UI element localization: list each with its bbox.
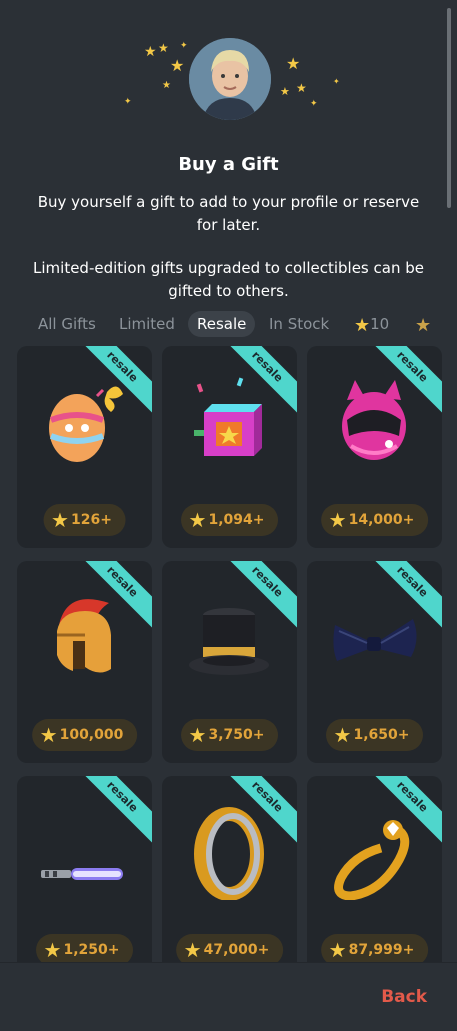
dialog-footer: Back: [0, 962, 457, 1031]
tab-all-gifts[interactable]: All Gifts: [38, 311, 96, 337]
cat-helmet-icon: [329, 370, 419, 470]
gift-card-spartan-helmet[interactable]: resale ★ 100,000: [17, 561, 152, 763]
sparkle-icon: ★: [144, 44, 157, 60]
star-icon: ★: [188, 508, 207, 532]
tab-star-10-label: 10: [370, 315, 390, 333]
jack-in-the-box-icon: [184, 370, 274, 470]
price-value: 1,650+: [353, 727, 410, 743]
price-value: 14,000+: [348, 512, 415, 528]
price-pill: ★ 14,000+: [320, 504, 429, 536]
star-icon: ★: [328, 508, 347, 532]
price-pill: ★ 126+: [43, 504, 126, 536]
diamond-ring-icon: [329, 800, 419, 901]
gift-card-light-saber[interactable]: resale ★ 1,250+: [17, 776, 152, 978]
buy-gift-dialog: ★ ★ ★ ★ ✦ ✦ ★ ★ ★ ✦ ✦ Buy a Gift Buy you…: [0, 0, 457, 1031]
price-pill: ★ 1,650+: [325, 719, 424, 751]
avatar: [189, 38, 271, 120]
star-icon: ★: [354, 315, 371, 336]
tab-resale[interactable]: Resale: [188, 311, 256, 337]
tab-star-more[interactable]: ★: [415, 311, 431, 337]
tab-in-stock[interactable]: In Stock: [269, 311, 329, 337]
sparkle-icon: ✦: [310, 99, 318, 109]
gift-filter-tabs: All Gifts Limited Resale In Stock ★10 ★: [0, 311, 457, 339]
dialog-description: Buy yourself a gift to add to your profi…: [37, 193, 420, 234]
price-value: 100,000: [59, 727, 124, 743]
avatar-header: ★ ★ ★ ★ ✦ ✦ ★ ★ ★ ✦ ✦: [0, 0, 457, 140]
sparkle-icon: ✦: [180, 41, 188, 51]
star-icon: ★: [51, 508, 69, 532]
sparkle-icon: ★: [158, 41, 169, 55]
gift-card-easter-egg[interactable]: resale ★ 126+: [17, 346, 152, 548]
gift-card-cat-helmet[interactable]: resale ★ 14,000+: [307, 346, 442, 548]
price-pill: ★ 100,000: [31, 719, 138, 751]
sparkle-icon: ★: [170, 56, 185, 75]
gift-card-jack-in-the-box[interactable]: resale ★ 1,094+: [162, 346, 297, 548]
easter-egg-icon: [39, 370, 129, 470]
light-saber-icon: [39, 800, 129, 900]
price-value: 1,250+: [63, 942, 120, 958]
sparkle-icon: ★: [296, 81, 307, 95]
star-icon: ★: [188, 723, 207, 747]
back-button[interactable]: Back: [381, 987, 427, 1007]
gold-ring-icon: [184, 800, 274, 901]
price-pill: ★ 1,094+: [180, 504, 279, 536]
price-pill: ★ 3,750+: [180, 719, 279, 751]
price-value: 3,750+: [208, 727, 265, 743]
top-hat-icon: [184, 585, 274, 685]
sparkle-icon: ✦: [333, 77, 340, 86]
star-icon: ★: [328, 938, 347, 962]
gift-card-gold-ring[interactable]: resale ★ 47,000+: [162, 776, 297, 978]
star-icon: ★: [43, 938, 62, 962]
sparkle-icon: ✦: [124, 97, 132, 107]
spartan-helmet-icon: [39, 585, 129, 685]
star-icon: ★: [183, 938, 202, 962]
gift-card-top-hat[interactable]: resale ★ 3,750+: [162, 561, 297, 763]
sparkle-icon: ★: [162, 80, 171, 91]
dialog-description-collectibles: Limited-edition gifts upgraded to collec…: [33, 259, 424, 300]
price-value: 126+: [70, 512, 112, 528]
star-icon: ★: [333, 723, 352, 747]
sparkle-icon: ★: [286, 54, 301, 73]
sparkle-icon: ★: [280, 85, 290, 98]
gift-card-bow-tie[interactable]: resale ★ 1,650+: [307, 561, 442, 763]
price-value: 1,094+: [208, 512, 265, 528]
bow-tie-icon: [329, 585, 419, 685]
star-icon: ★: [39, 723, 58, 747]
price-value: 87,999+: [348, 942, 415, 958]
gift-card-diamond-ring[interactable]: resale ★ 87,999+: [307, 776, 442, 978]
dialog-title: Buy a Gift: [178, 154, 279, 175]
tab-limited[interactable]: Limited: [119, 311, 175, 337]
star-icon: ★: [415, 315, 432, 336]
price-value: 47,000+: [203, 942, 270, 958]
tab-star-10[interactable]: ★10: [354, 311, 389, 337]
